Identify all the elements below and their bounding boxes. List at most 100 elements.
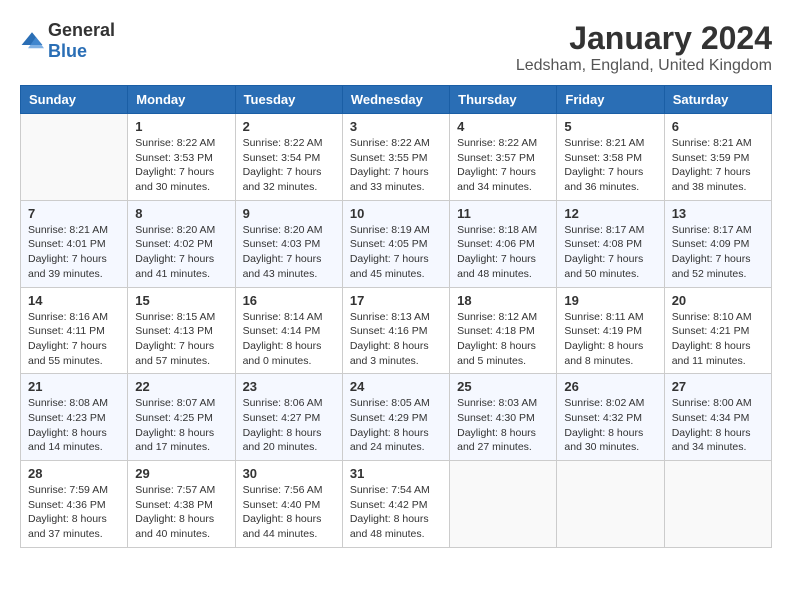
sunrise-text: Sunrise: 8:20 AM xyxy=(243,224,323,236)
day-number: 4 xyxy=(457,119,549,134)
day-number: 24 xyxy=(350,379,442,394)
daylight-text: Daylight: 7 hours and 39 minutes. xyxy=(28,253,107,280)
sunrise-text: Sunrise: 8:05 AM xyxy=(350,397,430,409)
day-info: Sunrise: 8:17 AM Sunset: 4:08 PM Dayligh… xyxy=(564,223,656,282)
calendar-cell-w0-d5: 5 Sunrise: 8:21 AM Sunset: 3:58 PM Dayli… xyxy=(557,114,664,201)
day-number: 21 xyxy=(28,379,120,394)
sunset-text: Sunset: 4:18 PM xyxy=(457,325,535,337)
daylight-text: Daylight: 7 hours and 43 minutes. xyxy=(243,253,322,280)
sunrise-text: Sunrise: 8:16 AM xyxy=(28,311,108,323)
day-number: 14 xyxy=(28,293,120,308)
daylight-text: Daylight: 8 hours and 3 minutes. xyxy=(350,340,429,367)
daylight-text: Daylight: 8 hours and 44 minutes. xyxy=(243,513,322,540)
day-number: 16 xyxy=(243,293,335,308)
day-number: 3 xyxy=(350,119,442,134)
calendar-title: January 2024 xyxy=(516,20,772,57)
daylight-text: Daylight: 8 hours and 0 minutes. xyxy=(243,340,322,367)
day-info: Sunrise: 8:15 AM Sunset: 4:13 PM Dayligh… xyxy=(135,310,227,369)
day-info: Sunrise: 7:59 AM Sunset: 4:36 PM Dayligh… xyxy=(28,483,120,542)
header-sunday: Sunday xyxy=(21,86,128,114)
day-info: Sunrise: 8:22 AM Sunset: 3:53 PM Dayligh… xyxy=(135,136,227,195)
day-number: 6 xyxy=(672,119,764,134)
header-monday: Monday xyxy=(128,86,235,114)
daylight-text: Daylight: 8 hours and 5 minutes. xyxy=(457,340,536,367)
sunset-text: Sunset: 4:29 PM xyxy=(350,412,428,424)
day-info: Sunrise: 8:10 AM Sunset: 4:21 PM Dayligh… xyxy=(672,310,764,369)
sunset-text: Sunset: 4:09 PM xyxy=(672,238,750,250)
calendar-cell-w0-d4: 4 Sunrise: 8:22 AM Sunset: 3:57 PM Dayli… xyxy=(450,114,557,201)
daylight-text: Daylight: 7 hours and 34 minutes. xyxy=(457,166,536,193)
sunrise-text: Sunrise: 7:56 AM xyxy=(243,484,323,496)
sunset-text: Sunset: 4:16 PM xyxy=(350,325,428,337)
daylight-text: Daylight: 8 hours and 17 minutes. xyxy=(135,427,214,454)
sunrise-text: Sunrise: 8:17 AM xyxy=(564,224,644,236)
day-number: 15 xyxy=(135,293,227,308)
sunset-text: Sunset: 4:38 PM xyxy=(135,499,213,511)
day-number: 11 xyxy=(457,206,549,221)
day-info: Sunrise: 8:00 AM Sunset: 4:34 PM Dayligh… xyxy=(672,396,764,455)
sunset-text: Sunset: 4:27 PM xyxy=(243,412,321,424)
day-number: 19 xyxy=(564,293,656,308)
calendar-cell-w4-d6 xyxy=(664,461,771,548)
daylight-text: Daylight: 7 hours and 45 minutes. xyxy=(350,253,429,280)
day-number: 12 xyxy=(564,206,656,221)
calendar-cell-w4-d2: 30 Sunrise: 7:56 AM Sunset: 4:40 PM Dayl… xyxy=(235,461,342,548)
calendar-cell-w0-d3: 3 Sunrise: 8:22 AM Sunset: 3:55 PM Dayli… xyxy=(342,114,449,201)
day-info: Sunrise: 8:22 AM Sunset: 3:57 PM Dayligh… xyxy=(457,136,549,195)
daylight-text: Daylight: 8 hours and 34 minutes. xyxy=(672,427,751,454)
calendar-cell-w4-d3: 31 Sunrise: 7:54 AM Sunset: 4:42 PM Dayl… xyxy=(342,461,449,548)
daylight-text: Daylight: 8 hours and 14 minutes. xyxy=(28,427,107,454)
header-thursday: Thursday xyxy=(450,86,557,114)
sunrise-text: Sunrise: 8:22 AM xyxy=(135,137,215,149)
calendar-cell-w1-d3: 10 Sunrise: 8:19 AM Sunset: 4:05 PM Dayl… xyxy=(342,200,449,287)
sunrise-text: Sunrise: 8:17 AM xyxy=(672,224,752,236)
calendar-cell-w3-d5: 26 Sunrise: 8:02 AM Sunset: 4:32 PM Dayl… xyxy=(557,374,664,461)
day-info: Sunrise: 8:02 AM Sunset: 4:32 PM Dayligh… xyxy=(564,396,656,455)
sunset-text: Sunset: 4:03 PM xyxy=(243,238,321,250)
daylight-text: Daylight: 7 hours and 52 minutes. xyxy=(672,253,751,280)
calendar-cell-w3-d2: 23 Sunrise: 8:06 AM Sunset: 4:27 PM Dayl… xyxy=(235,374,342,461)
header-tuesday: Tuesday xyxy=(235,86,342,114)
day-number: 23 xyxy=(243,379,335,394)
day-number: 2 xyxy=(243,119,335,134)
day-number: 31 xyxy=(350,466,442,481)
daylight-text: Daylight: 7 hours and 50 minutes. xyxy=(564,253,643,280)
sunrise-text: Sunrise: 8:21 AM xyxy=(564,137,644,149)
day-number: 13 xyxy=(672,206,764,221)
day-number: 18 xyxy=(457,293,549,308)
day-number: 9 xyxy=(243,206,335,221)
sunrise-text: Sunrise: 8:14 AM xyxy=(243,311,323,323)
sunset-text: Sunset: 4:02 PM xyxy=(135,238,213,250)
sunset-text: Sunset: 4:42 PM xyxy=(350,499,428,511)
sunset-text: Sunset: 4:25 PM xyxy=(135,412,213,424)
week-row-3: 21 Sunrise: 8:08 AM Sunset: 4:23 PM Dayl… xyxy=(21,374,772,461)
calendar-cell-w3-d4: 25 Sunrise: 8:03 AM Sunset: 4:30 PM Dayl… xyxy=(450,374,557,461)
weekday-header-row: Sunday Monday Tuesday Wednesday Thursday… xyxy=(21,86,772,114)
sunset-text: Sunset: 4:36 PM xyxy=(28,499,106,511)
calendar-cell-w4-d0: 28 Sunrise: 7:59 AM Sunset: 4:36 PM Dayl… xyxy=(21,461,128,548)
day-info: Sunrise: 8:22 AM Sunset: 3:54 PM Dayligh… xyxy=(243,136,335,195)
header-friday: Friday xyxy=(557,86,664,114)
calendar-cell-w2-d0: 14 Sunrise: 8:16 AM Sunset: 4:11 PM Dayl… xyxy=(21,287,128,374)
page-header: General Blue January 2024 Ledsham, Engla… xyxy=(20,20,772,75)
calendar-cell-w3-d1: 22 Sunrise: 8:07 AM Sunset: 4:25 PM Dayl… xyxy=(128,374,235,461)
calendar-cell-w2-d3: 17 Sunrise: 8:13 AM Sunset: 4:16 PM Dayl… xyxy=(342,287,449,374)
calendar-cell-w2-d6: 20 Sunrise: 8:10 AM Sunset: 4:21 PM Dayl… xyxy=(664,287,771,374)
daylight-text: Daylight: 8 hours and 11 minutes. xyxy=(672,340,751,367)
daylight-text: Daylight: 7 hours and 36 minutes. xyxy=(564,166,643,193)
calendar-cell-w3-d0: 21 Sunrise: 8:08 AM Sunset: 4:23 PM Dayl… xyxy=(21,374,128,461)
daylight-text: Daylight: 7 hours and 38 minutes. xyxy=(672,166,751,193)
sunrise-text: Sunrise: 8:10 AM xyxy=(672,311,752,323)
day-info: Sunrise: 8:07 AM Sunset: 4:25 PM Dayligh… xyxy=(135,396,227,455)
day-info: Sunrise: 8:19 AM Sunset: 4:05 PM Dayligh… xyxy=(350,223,442,282)
day-number: 28 xyxy=(28,466,120,481)
sunset-text: Sunset: 4:13 PM xyxy=(135,325,213,337)
day-number: 27 xyxy=(672,379,764,394)
sunset-text: Sunset: 4:06 PM xyxy=(457,238,535,250)
day-info: Sunrise: 8:11 AM Sunset: 4:19 PM Dayligh… xyxy=(564,310,656,369)
day-number: 20 xyxy=(672,293,764,308)
day-info: Sunrise: 8:14 AM Sunset: 4:14 PM Dayligh… xyxy=(243,310,335,369)
daylight-text: Daylight: 8 hours and 30 minutes. xyxy=(564,427,643,454)
calendar-cell-w1-d0: 7 Sunrise: 8:21 AM Sunset: 4:01 PM Dayli… xyxy=(21,200,128,287)
sunrise-text: Sunrise: 8:02 AM xyxy=(564,397,644,409)
